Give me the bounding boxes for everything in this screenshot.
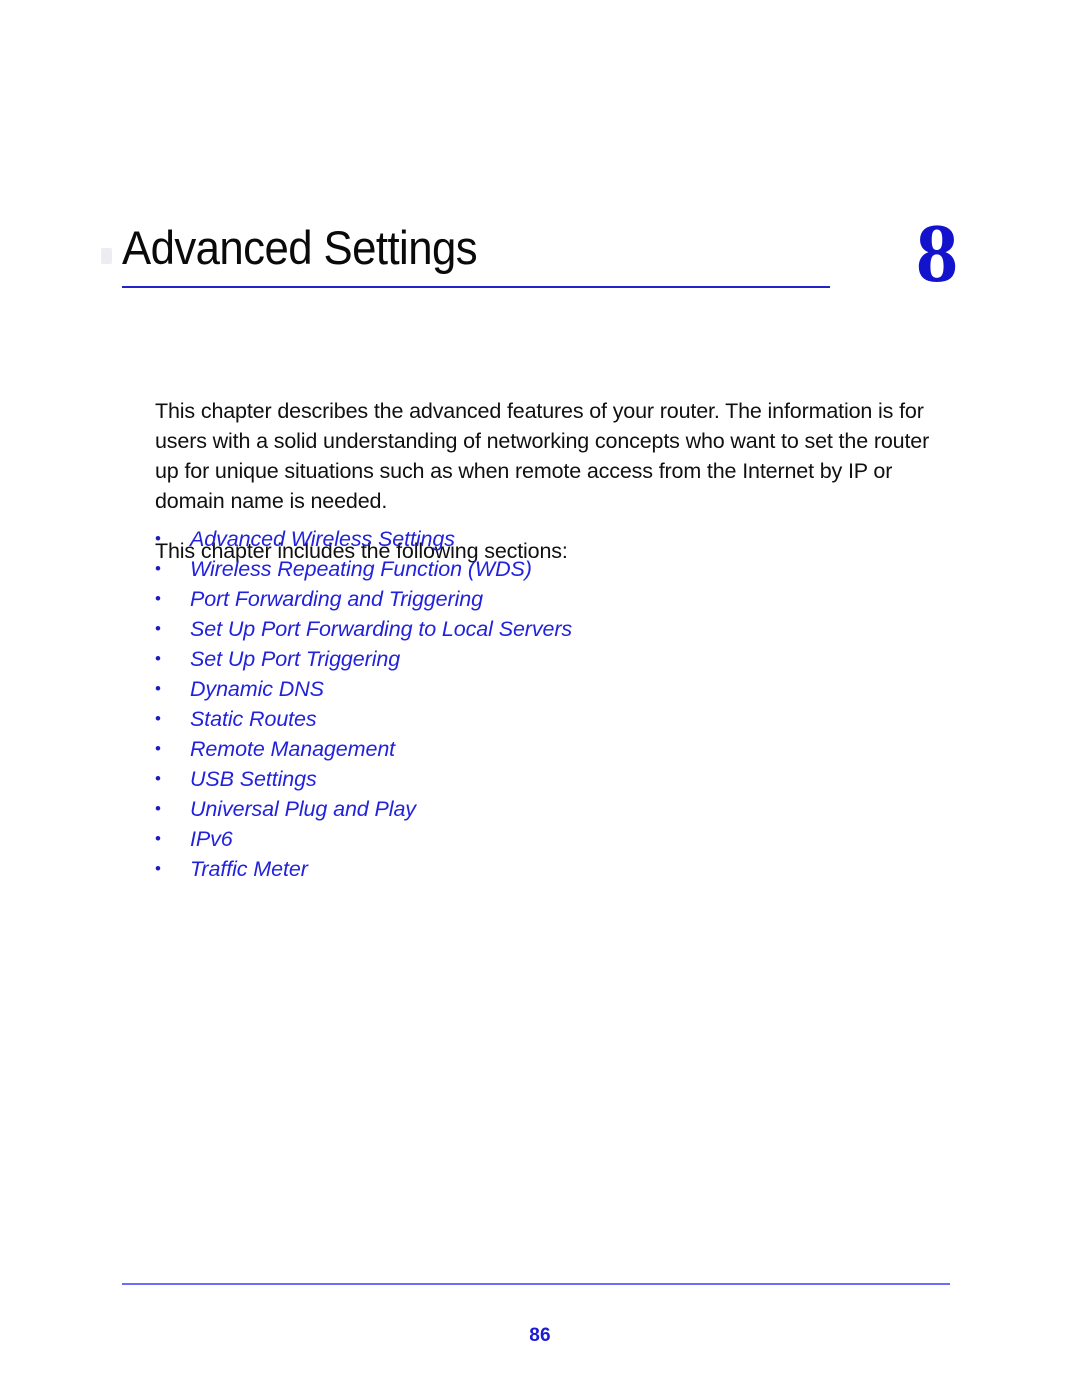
bullet-icon: • [155, 799, 161, 818]
section-link-list: • Advanced Wireless Settings • Wireless Rep… [152, 524, 852, 884]
list-item: • Dynamic DNS [152, 674, 852, 704]
bullet-icon: • [155, 559, 161, 578]
list-item: • Wireless Repeating Function (WDS) [152, 554, 852, 584]
title-divider [122, 286, 830, 288]
list-item: • Port Forwarding and Triggering [152, 584, 852, 614]
list-item: • Set Up Port Triggering [152, 644, 852, 674]
section-link[interactable]: Advanced Wireless Settings [190, 527, 455, 551]
section-link[interactable]: USB Settings [190, 767, 317, 791]
bullet-icon: • [155, 649, 161, 668]
chapter-header: Advanced Settings 8 [122, 208, 958, 302]
section-link[interactable]: Wireless Repeating Function (WDS) [190, 557, 532, 581]
bullet-icon: • [155, 619, 161, 638]
bullet-icon: • [155, 739, 161, 758]
section-link[interactable]: Remote Management [190, 737, 395, 761]
intro-paragraph-1: This chapter describes the advanced feat… [155, 399, 930, 513]
list-item: • Remote Management [152, 734, 852, 764]
section-link[interactable]: Set Up Port Forwarding to Local Servers [190, 617, 572, 641]
page-number: 86 [529, 1325, 551, 1346]
list-item: • Universal Plug and Play [152, 794, 852, 824]
page-title: Advanced Settings [122, 221, 478, 274]
section-link[interactable]: IPv6 [190, 827, 233, 851]
list-item: • Traffic Meter [152, 854, 852, 884]
bullet-icon: • [155, 829, 161, 848]
scan-artifact [101, 248, 112, 264]
footer-divider [122, 1283, 950, 1285]
bullet-icon: • [155, 859, 161, 878]
bullet-icon: • [155, 679, 161, 698]
list-item: • USB Settings [152, 764, 852, 794]
section-link[interactable]: Universal Plug and Play [190, 797, 416, 821]
section-link[interactable]: Port Forwarding and Triggering [190, 587, 483, 611]
list-item: • Set Up Port Forwarding to Local Servers [152, 614, 852, 644]
list-item: • IPv6 [152, 824, 852, 854]
bullet-icon: • [155, 529, 161, 548]
bullet-icon: • [155, 589, 161, 608]
section-link[interactable]: Static Routes [190, 707, 317, 731]
section-link[interactable]: Traffic Meter [190, 857, 308, 881]
section-link[interactable]: Dynamic DNS [190, 677, 324, 701]
section-link[interactable]: Set Up Port Triggering [190, 647, 400, 671]
bullet-icon: • [155, 769, 161, 788]
chapter-number: 8 [916, 207, 958, 300]
bullet-icon: • [155, 709, 161, 728]
document-page: Advanced Settings 8 This chapter describ… [0, 0, 1080, 1397]
list-item: • Static Routes [152, 704, 852, 734]
list-item: • Advanced Wireless Settings [152, 524, 852, 554]
